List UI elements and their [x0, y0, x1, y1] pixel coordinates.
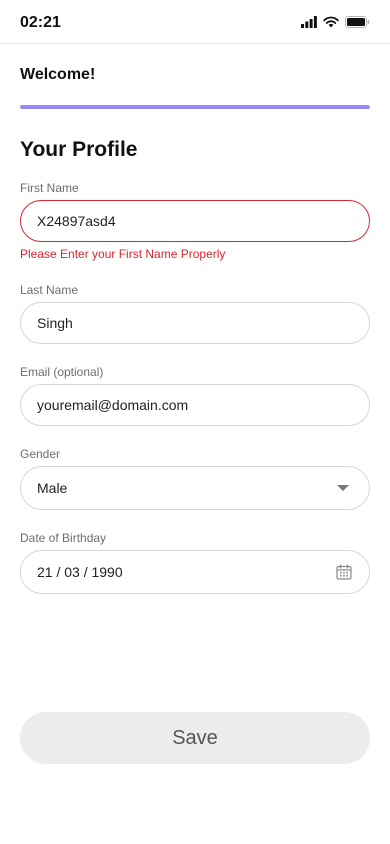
first-name-error: Please Enter your First Name Properly: [20, 247, 226, 261]
birthday-value: 21 / 03 / 1990: [37, 564, 123, 580]
page-title: Your Profile: [20, 138, 138, 161]
last-name-value: Singh: [37, 315, 73, 331]
signal-icon: [301, 16, 317, 28]
progress-bar: [20, 105, 370, 109]
last-name-field[interactable]: Singh: [20, 302, 370, 344]
battery-icon: [345, 16, 370, 28]
birthday-field[interactable]: 21 / 03 / 1990: [20, 550, 370, 594]
first-name-label: First Name: [20, 181, 79, 195]
chevron-down-icon[interactable]: [337, 485, 349, 491]
welcome-title: Welcome!: [20, 66, 96, 83]
status-time: 02:21: [20, 14, 61, 31]
gender-label: Gender: [20, 447, 61, 461]
status-icons: [301, 14, 370, 30]
gender-value: Male: [37, 480, 68, 496]
last-name-label: Last Name: [20, 283, 79, 297]
first-name-value: X24897asd4: [37, 213, 116, 229]
email-value: youremail@domain.com: [37, 397, 189, 413]
save-button[interactable]: Save: [20, 712, 370, 764]
gender-select[interactable]: Male: [20, 466, 370, 510]
progress-fill: [20, 105, 370, 109]
wifi-icon: [323, 16, 339, 28]
email-label: Email (optional): [20, 365, 104, 379]
first-name-field[interactable]: X24897asd4: [20, 200, 370, 242]
status-bar: 02:21: [0, 0, 390, 44]
birthday-label: Date of Birthday: [20, 531, 107, 545]
email-field[interactable]: youremail@domain.com: [20, 384, 370, 426]
calendar-icon[interactable]: [336, 564, 352, 580]
